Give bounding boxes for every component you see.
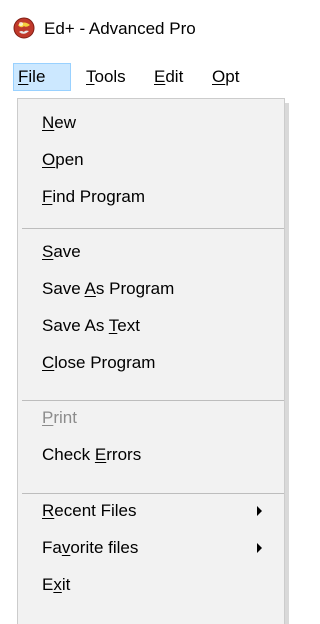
menu-item-close-program[interactable]: Close Program bbox=[42, 351, 155, 375]
menu-item-save-as-text[interactable]: Save As Text bbox=[42, 314, 140, 338]
menu-item-save-as-program[interactable]: Save As Program bbox=[42, 277, 174, 301]
menu-item-new[interactable]: New bbox=[42, 111, 76, 135]
menu-item-find-program[interactable]: Find Program bbox=[42, 185, 145, 209]
menu-separator bbox=[22, 493, 284, 494]
menu-item-exit[interactable]: Exit bbox=[42, 573, 70, 597]
menubar-edit[interactable]: Edit bbox=[154, 63, 183, 91]
menu-item-save[interactable]: Save bbox=[42, 240, 81, 264]
menu-item-open[interactable]: Open bbox=[42, 148, 84, 172]
menubar-tools[interactable]: Tools bbox=[86, 63, 126, 91]
dropdown-shadow bbox=[285, 103, 289, 624]
menu-item-recent-files[interactable]: Recent Files bbox=[42, 499, 136, 523]
submenu-arrow-icon bbox=[257, 506, 262, 516]
menu-item-favorite-files[interactable]: Favorite files bbox=[42, 536, 138, 560]
menu-bar: File Tools Edit Opt bbox=[0, 58, 292, 100]
menu-item-check-errors[interactable]: Check Errors bbox=[42, 443, 141, 467]
menu-item-print: Print bbox=[42, 408, 77, 427]
menu-separator bbox=[22, 228, 284, 229]
submenu-arrow-icon bbox=[257, 543, 262, 553]
window-title: Ed+ - Advanced Pro bbox=[44, 19, 196, 38]
app-icon bbox=[13, 17, 35, 39]
menubar-file[interactable]: File bbox=[13, 63, 71, 91]
title-bar: Ed+ - Advanced Pro bbox=[0, 0, 292, 58]
menu-separator bbox=[22, 400, 284, 401]
menubar-options[interactable]: Opt bbox=[212, 63, 239, 91]
